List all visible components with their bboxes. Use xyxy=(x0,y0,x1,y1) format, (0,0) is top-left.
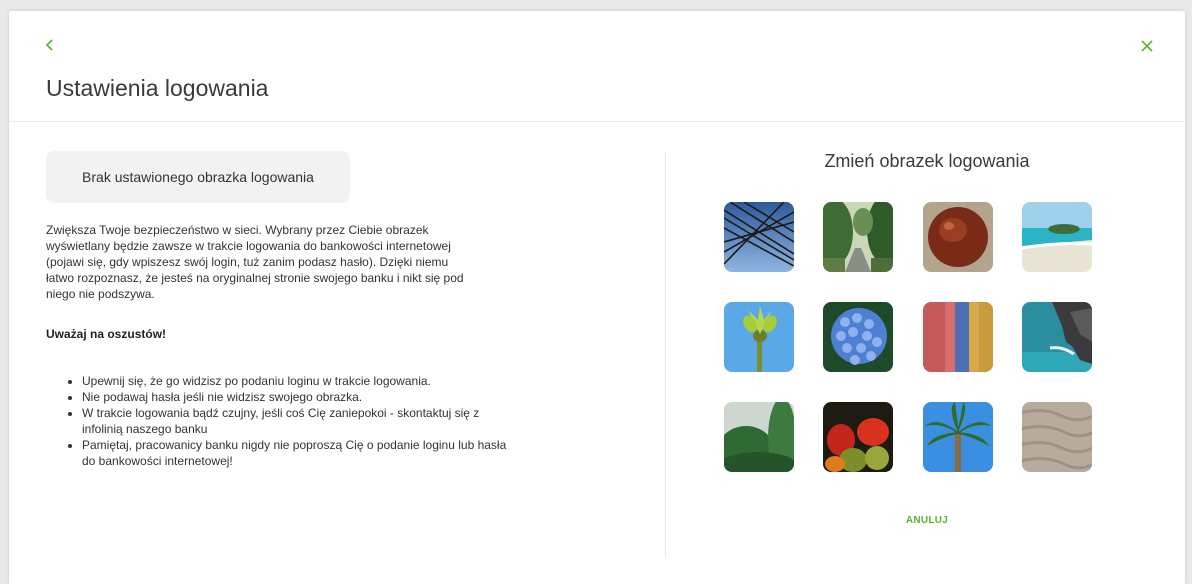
image-option-hydrangea[interactable] xyxy=(823,302,893,372)
close-button[interactable] xyxy=(1139,38,1155,54)
chevron-left-icon xyxy=(45,39,53,51)
image-option-sand-ripples[interactable] xyxy=(1022,402,1092,472)
cancel-button[interactable]: ANULUJ xyxy=(669,515,1185,526)
tip-item: Pamiętaj, pracowanicy banku nigdy nie po… xyxy=(82,437,512,469)
image-option-coconut[interactable] xyxy=(923,202,993,272)
login-settings-dialog: Ustawienia logowania Brak ustawionego ob… xyxy=(9,11,1185,584)
sea-rocks-image xyxy=(1022,302,1092,372)
login-image-status: Brak ustawionego obrazka logowania xyxy=(46,151,350,203)
tip-item: Upewnij się, że go widzisz po podaniu lo… xyxy=(82,373,512,389)
vegetables-image xyxy=(823,402,893,472)
beach-image xyxy=(1022,202,1092,272)
description-text: Zwiększa Twoje bezpieczeństwo w sieci. W… xyxy=(46,223,464,301)
header-divider xyxy=(9,121,1185,122)
misty-forest-image xyxy=(724,402,794,472)
tips-list: Upewnij się, że go widzisz po podaniu lo… xyxy=(46,373,512,469)
change-image-title: Zmień obrazek logowania xyxy=(824,151,1030,171)
image-option-forest-road[interactable] xyxy=(823,202,893,272)
painted-wall-image xyxy=(923,302,993,372)
image-option-sea-rocks[interactable] xyxy=(1022,302,1092,372)
status-text: Brak ustawionego obrazka logowania xyxy=(82,169,314,185)
image-option-misty-forest[interactable] xyxy=(724,402,794,472)
image-option-plant-sprout[interactable] xyxy=(724,302,794,372)
coconut-image xyxy=(923,202,993,272)
image-option-power-lines[interactable] xyxy=(724,202,794,272)
back-button[interactable] xyxy=(43,38,57,52)
tip-item: W trakcie logowania bądź czujny, jeśli c… xyxy=(82,405,512,437)
close-icon xyxy=(1141,40,1153,52)
image-option-beach[interactable] xyxy=(1022,202,1092,272)
image-option-palm-tree[interactable] xyxy=(923,402,993,472)
plant-sprout-image xyxy=(724,302,794,372)
page-title: Ustawienia logowania xyxy=(46,75,269,101)
power-lines-image xyxy=(724,202,794,272)
image-option-vegetables[interactable] xyxy=(823,402,893,472)
sand-ripples-image xyxy=(1022,402,1092,472)
palm-tree-image xyxy=(923,402,993,472)
column-divider xyxy=(665,151,666,557)
forest-road-image xyxy=(823,202,893,272)
tip-item: Nie podawaj hasła jeśli nie widzisz swoj… xyxy=(82,389,512,405)
hydrangea-image xyxy=(823,302,893,372)
warning-heading: Uważaj na oszustów! xyxy=(46,327,167,341)
image-option-painted-wall[interactable] xyxy=(923,302,993,372)
